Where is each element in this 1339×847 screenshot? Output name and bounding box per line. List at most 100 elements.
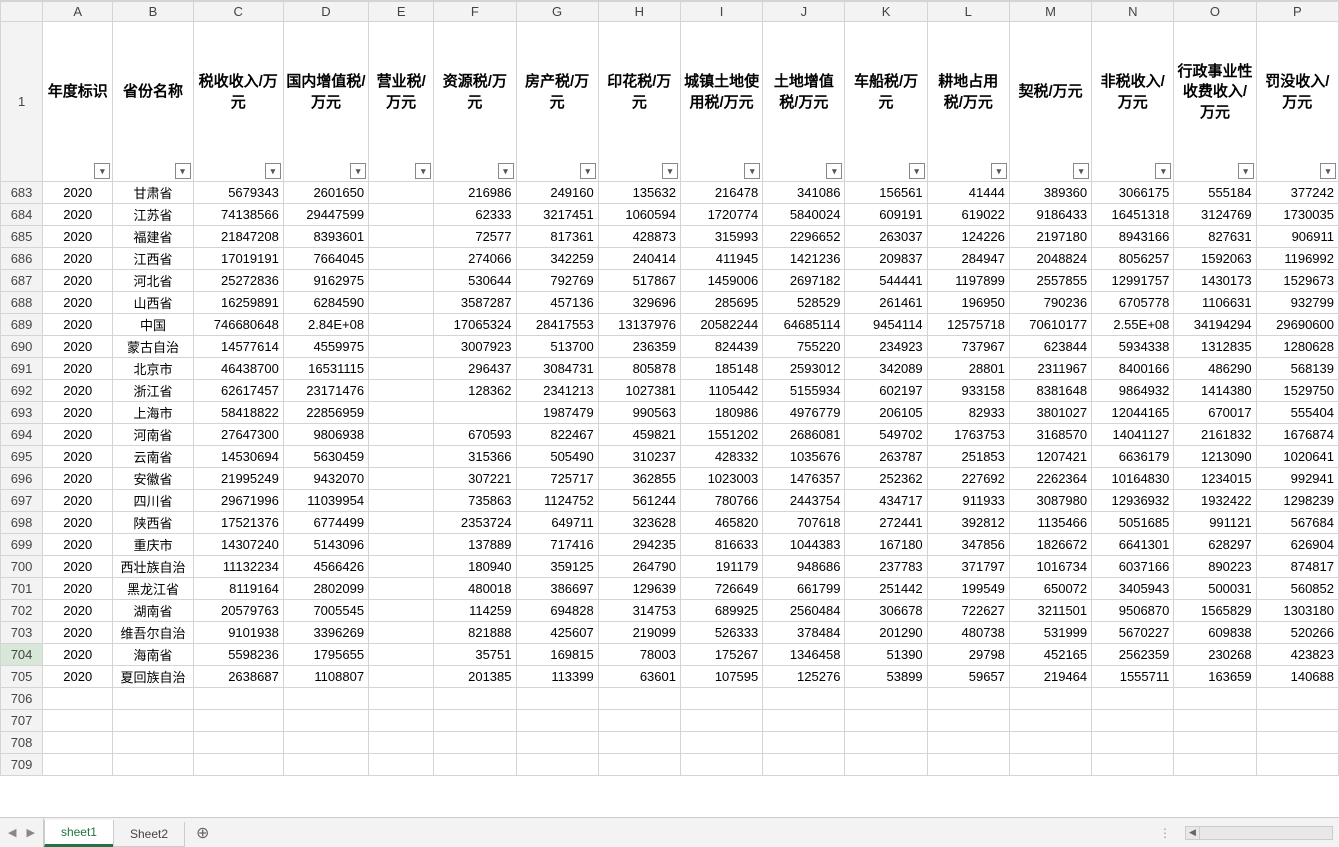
cell-H685[interactable]: 428873 [598, 226, 680, 248]
cell-M688[interactable]: 790236 [1009, 292, 1091, 314]
cell-P705[interactable]: 140688 [1256, 666, 1338, 688]
cell-N690[interactable]: 5934338 [1092, 336, 1174, 358]
cell-L683[interactable]: 41444 [927, 182, 1009, 204]
cell-C697[interactable]: 29671996 [193, 490, 283, 512]
cell-H684[interactable]: 1060594 [598, 204, 680, 226]
cell-H709[interactable] [598, 754, 680, 776]
cell-J696[interactable]: 1476357 [763, 468, 845, 490]
cell-M696[interactable]: 2262364 [1009, 468, 1091, 490]
cell-P691[interactable]: 568139 [1256, 358, 1338, 380]
cell-L684[interactable]: 619022 [927, 204, 1009, 226]
cell-N687[interactable]: 12991757 [1092, 270, 1174, 292]
cell-A688[interactable]: 2020 [43, 292, 113, 314]
cell-L706[interactable] [927, 688, 1009, 710]
sheet-tab-Sheet2[interactable]: Sheet2 [113, 822, 185, 847]
cell-M691[interactable]: 2311967 [1009, 358, 1091, 380]
cell-D689[interactable]: 2.84E+08 [283, 314, 368, 336]
cell-N702[interactable]: 9506870 [1092, 600, 1174, 622]
cell-B693[interactable]: 上海市 [113, 402, 193, 424]
header-cell-M[interactable]: 契税/万元 ▾ [1009, 22, 1091, 182]
cell-C686[interactable]: 17019191 [193, 248, 283, 270]
cell-E703[interactable] [369, 622, 434, 644]
cell-J706[interactable] [763, 688, 845, 710]
cell-L704[interactable]: 29798 [927, 644, 1009, 666]
cell-M685[interactable]: 2197180 [1009, 226, 1091, 248]
cell-C707[interactable] [193, 710, 283, 732]
cell-C689[interactable]: 746680648 [193, 314, 283, 336]
cell-F694[interactable]: 670593 [434, 424, 516, 446]
cell-K685[interactable]: 263037 [845, 226, 927, 248]
cell-G702[interactable]: 694828 [516, 600, 598, 622]
sheet-tab-sheet1[interactable]: sheet1 [44, 820, 114, 847]
cell-N709[interactable] [1092, 754, 1174, 776]
cell-G684[interactable]: 3217451 [516, 204, 598, 226]
cell-E698[interactable] [369, 512, 434, 534]
cell-F703[interactable]: 821888 [434, 622, 516, 644]
cell-F709[interactable] [434, 754, 516, 776]
filter-button-F[interactable]: ▾ [498, 163, 514, 179]
cell-I699[interactable]: 816633 [680, 534, 762, 556]
cell-G704[interactable]: 169815 [516, 644, 598, 666]
cell-I689[interactable]: 20582244 [680, 314, 762, 336]
filter-button-K[interactable]: ▾ [909, 163, 925, 179]
cell-E685[interactable] [369, 226, 434, 248]
cell-B702[interactable]: 湖南省 [113, 600, 193, 622]
cell-I690[interactable]: 824439 [680, 336, 762, 358]
cell-P706[interactable] [1256, 688, 1338, 710]
cell-J698[interactable]: 707618 [763, 512, 845, 534]
cell-G690[interactable]: 513700 [516, 336, 598, 358]
cell-B683[interactable]: 甘肃省 [113, 182, 193, 204]
cell-F704[interactable]: 35751 [434, 644, 516, 666]
cell-P697[interactable]: 1298239 [1256, 490, 1338, 512]
col-header-A[interactable]: A [43, 2, 113, 22]
cell-O696[interactable]: 1234015 [1174, 468, 1256, 490]
select-all-corner[interactable] [1, 2, 43, 22]
sheet-nav-prev-icon[interactable]: ◀ [8, 826, 16, 839]
cell-P699[interactable]: 626904 [1256, 534, 1338, 556]
cell-M687[interactable]: 2557855 [1009, 270, 1091, 292]
cell-L702[interactable]: 722627 [927, 600, 1009, 622]
cell-E687[interactable] [369, 270, 434, 292]
cell-H696[interactable]: 362855 [598, 468, 680, 490]
cell-B703[interactable]: 维吾尔自治 [113, 622, 193, 644]
cell-I688[interactable]: 285695 [680, 292, 762, 314]
cell-G700[interactable]: 359125 [516, 556, 598, 578]
cell-O703[interactable]: 609838 [1174, 622, 1256, 644]
filter-button-P[interactable]: ▾ [1320, 163, 1336, 179]
cell-H695[interactable]: 310237 [598, 446, 680, 468]
cell-A705[interactable]: 2020 [43, 666, 113, 688]
cell-N693[interactable]: 12044165 [1092, 402, 1174, 424]
cell-D698[interactable]: 6774499 [283, 512, 368, 534]
row-header-706[interactable]: 706 [1, 688, 43, 710]
cell-N686[interactable]: 8056257 [1092, 248, 1174, 270]
cell-I695[interactable]: 428332 [680, 446, 762, 468]
cell-M698[interactable]: 1135466 [1009, 512, 1091, 534]
cell-I683[interactable]: 216478 [680, 182, 762, 204]
cell-N704[interactable]: 2562359 [1092, 644, 1174, 666]
cell-L694[interactable]: 1763753 [927, 424, 1009, 446]
cell-D686[interactable]: 7664045 [283, 248, 368, 270]
row-header-703[interactable]: 703 [1, 622, 43, 644]
cell-G699[interactable]: 717416 [516, 534, 598, 556]
cell-O685[interactable]: 827631 [1174, 226, 1256, 248]
cell-J688[interactable]: 528529 [763, 292, 845, 314]
cell-O704[interactable]: 230268 [1174, 644, 1256, 666]
row-header-705[interactable]: 705 [1, 666, 43, 688]
row-header-693[interactable]: 693 [1, 402, 43, 424]
cell-K696[interactable]: 252362 [845, 468, 927, 490]
cell-K684[interactable]: 609191 [845, 204, 927, 226]
cell-D690[interactable]: 4559975 [283, 336, 368, 358]
cell-A696[interactable]: 2020 [43, 468, 113, 490]
cell-G683[interactable]: 249160 [516, 182, 598, 204]
cell-N688[interactable]: 6705778 [1092, 292, 1174, 314]
cell-E705[interactable] [369, 666, 434, 688]
cell-E701[interactable] [369, 578, 434, 600]
cell-C701[interactable]: 8119164 [193, 578, 283, 600]
row-header-698[interactable]: 698 [1, 512, 43, 534]
cell-A691[interactable]: 2020 [43, 358, 113, 380]
cell-F697[interactable]: 735863 [434, 490, 516, 512]
cell-M700[interactable]: 1016734 [1009, 556, 1091, 578]
cell-B696[interactable]: 安徽省 [113, 468, 193, 490]
cell-A684[interactable]: 2020 [43, 204, 113, 226]
cell-D706[interactable] [283, 688, 368, 710]
